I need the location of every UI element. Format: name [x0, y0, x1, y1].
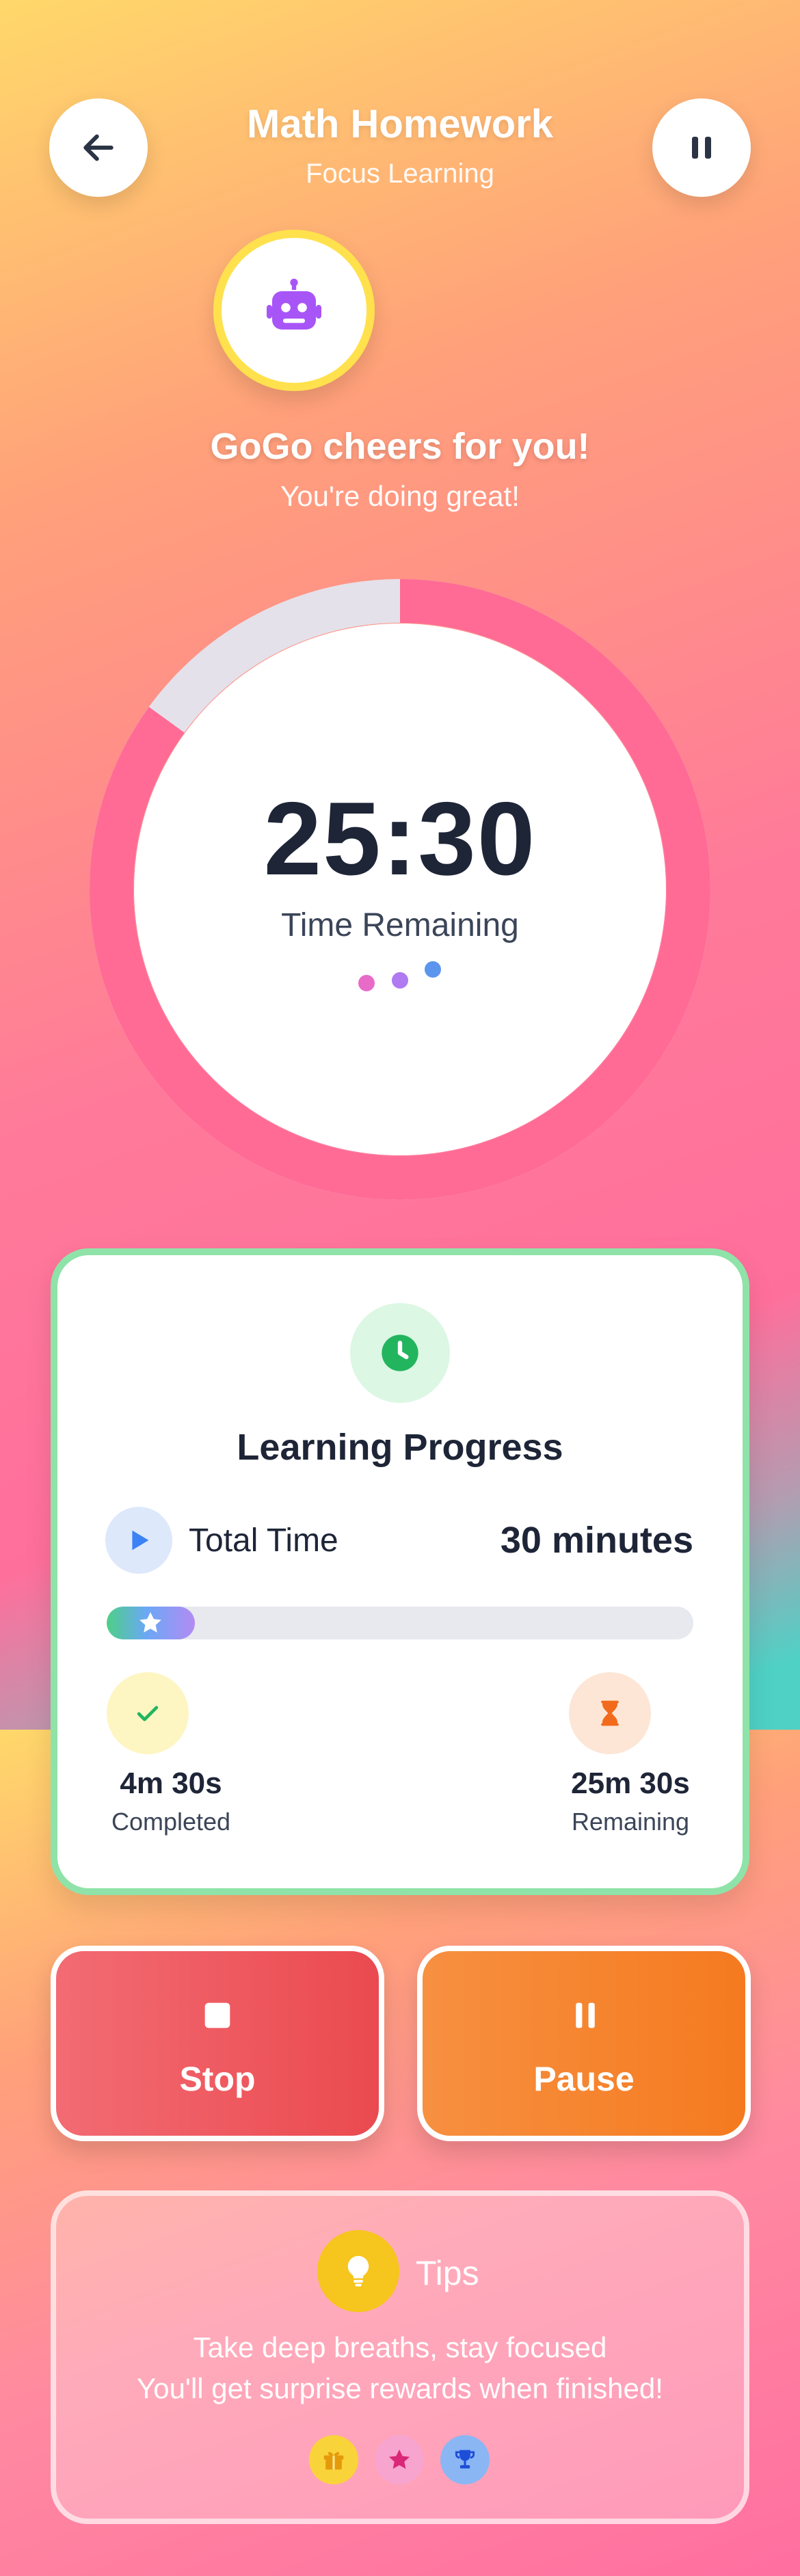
indicator-dot	[425, 961, 441, 978]
trophy-badge	[440, 2435, 490, 2484]
cheer-text: GoGo cheers for you!	[210, 426, 590, 467]
remaining-value: 25m 30s	[571, 1767, 690, 1800]
gift-badge	[309, 2435, 358, 2484]
pause-button[interactable]: Pause	[417, 1946, 751, 2141]
progress-card-title: Learning Progress	[237, 1427, 563, 1468]
progress-bar	[107, 1607, 693, 1639]
progress-bar-fill	[107, 1607, 195, 1639]
total-time-icon-badge	[105, 1507, 172, 1574]
completed-value: 4m 30s	[120, 1767, 222, 1800]
gift-icon	[323, 2452, 344, 2470]
stop-button[interactable]: Stop	[51, 1946, 384, 2141]
remaining-label: Remaining	[571, 1808, 690, 1836]
star-icon	[388, 2449, 410, 2469]
completed-label: Completed	[111, 1808, 231, 1836]
star-icon	[139, 1612, 162, 1633]
time-remaining-value: 25:30	[263, 781, 537, 897]
tips-badge	[317, 2230, 399, 2312]
checkmark-icon	[137, 1706, 159, 1721]
pause-icon	[576, 2002, 595, 2028]
tips-title: Tips	[416, 2254, 479, 2292]
encouragement-text: You're doing great!	[280, 480, 520, 512]
clock-icon	[382, 1334, 418, 1371]
time-remaining-label: Time Remaining	[281, 907, 519, 943]
stop-button-label: Stop	[179, 2060, 256, 2098]
play-icon	[132, 1530, 149, 1551]
indicator-dot	[392, 972, 408, 989]
star-badge	[375, 2435, 424, 2484]
trophy-icon	[455, 2450, 475, 2469]
pause-button-label: Pause	[533, 2060, 635, 2098]
mascot-avatar	[213, 230, 375, 391]
total-time-label: Total Time	[189, 1522, 338, 1559]
lightbulb-icon	[347, 2255, 369, 2287]
hourglass-icon	[601, 1700, 619, 1726]
indicator-dot	[358, 975, 375, 991]
remaining-badge	[569, 1672, 651, 1754]
pause-icon	[692, 137, 711, 159]
robot-icon	[267, 278, 321, 330]
completed-badge	[107, 1672, 189, 1754]
stop-icon	[204, 2002, 230, 2028]
tip-line-1: Take deep breaths, stay focused	[193, 2331, 607, 2363]
total-time-value: 30 minutes	[500, 1520, 693, 1561]
clock-badge	[350, 1303, 450, 1403]
header-pause-button[interactable]	[652, 98, 751, 197]
tip-line-2: You'll get surprise rewards when finishe…	[137, 2372, 663, 2404]
